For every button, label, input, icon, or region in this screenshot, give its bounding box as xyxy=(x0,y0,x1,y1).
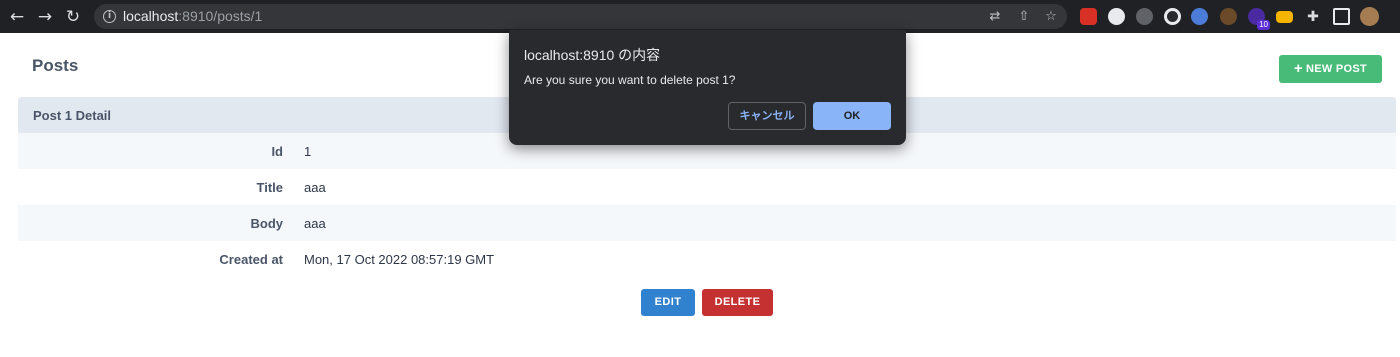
detail-row-body: Body aaa xyxy=(18,205,1396,241)
extension-yellow-icon[interactable] xyxy=(1276,11,1293,23)
translate-icon[interactable]: ⇄ xyxy=(987,9,1003,25)
forward-arrow-icon[interactable]: → xyxy=(34,6,56,28)
sidebar-toggle-icon[interactable] xyxy=(1333,8,1350,25)
confirm-dialog: localhost:8910 の内容 Are you sure you want… xyxy=(509,30,906,145)
page-title: Posts xyxy=(32,56,79,75)
plus-icon: + xyxy=(1293,60,1303,77)
row-value: aaa xyxy=(304,180,326,195)
extension-badge-count: 10 xyxy=(1257,20,1270,30)
extension-ring-icon[interactable] xyxy=(1164,8,1181,25)
url-text[interactable]: localhost:8910/posts/1 xyxy=(123,9,262,24)
url-path: :8910/posts/1 xyxy=(178,8,263,24)
row-label: Body xyxy=(250,216,284,231)
share-icon[interactable]: ⇧ xyxy=(1016,9,1032,25)
new-post-label: NEW POST xyxy=(1305,63,1368,75)
browser-toolbar: ← → ↻ i localhost:8910/posts/1 ⇄ ⇧ ☆ 10 … xyxy=(0,0,1400,33)
new-post-button[interactable]: + NEW POST xyxy=(1279,55,1382,83)
extension-check-icon[interactable] xyxy=(1191,8,1208,25)
ok-button[interactable]: OK xyxy=(813,102,891,130)
row-value: aaa xyxy=(304,216,326,231)
cancel-button[interactable]: キャンセル xyxy=(728,102,806,130)
row-label: Created at xyxy=(219,252,283,267)
extension-red-icon[interactable] xyxy=(1080,8,1097,25)
detail-title: Post 1 Detail xyxy=(33,108,112,123)
extensions-puzzle-icon[interactable]: ✚ xyxy=(1302,6,1324,28)
dialog-title: localhost:8910 の内容 xyxy=(524,47,661,63)
row-value: 1 xyxy=(304,144,312,159)
extension-badge-icon[interactable]: 10 xyxy=(1248,8,1270,30)
extension-gear-icon[interactable] xyxy=(1136,8,1153,25)
reload-icon[interactable]: ↻ xyxy=(62,6,84,28)
site-info-icon[interactable]: i xyxy=(103,10,116,23)
profile-avatar[interactable] xyxy=(1360,7,1379,26)
row-label: Title xyxy=(256,180,284,195)
back-arrow-icon[interactable]: ← xyxy=(6,6,28,28)
detail-row-created-at: Created at Mon, 17 Oct 2022 08:57:19 GMT xyxy=(18,241,1396,277)
row-label: Id xyxy=(271,144,283,159)
extension-c-icon[interactable] xyxy=(1220,8,1237,25)
edit-button[interactable]: EDIT xyxy=(641,289,695,316)
dialog-message: Are you sure you want to delete post 1? xyxy=(524,73,736,87)
bookmark-star-icon[interactable]: ☆ xyxy=(1043,9,1059,25)
delete-button[interactable]: DELETE xyxy=(702,289,773,316)
row-value: Mon, 17 Oct 2022 08:57:19 GMT xyxy=(304,252,495,267)
url-host: localhost xyxy=(123,8,179,24)
detail-row-title: Title aaa xyxy=(18,169,1396,205)
extension-block-icon[interactable] xyxy=(1108,8,1125,25)
address-bar[interactable]: i localhost:8910/posts/1 ⇄ ⇧ ☆ xyxy=(94,4,1067,29)
